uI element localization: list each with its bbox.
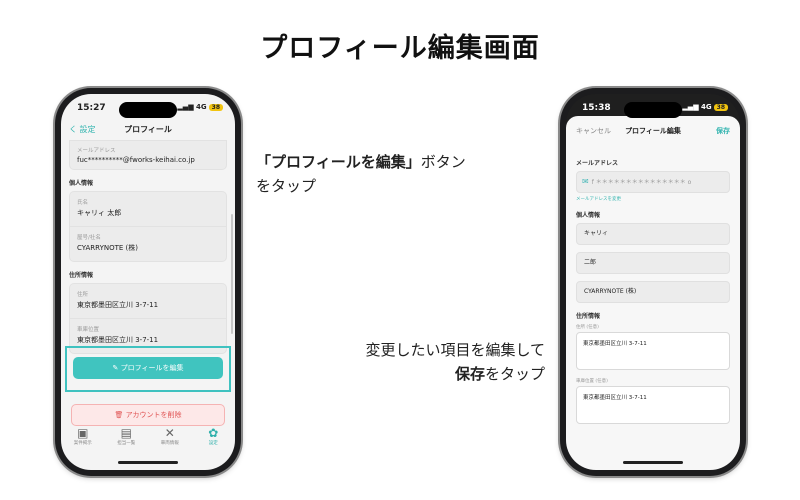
tools-icon: ✕ xyxy=(164,426,175,440)
profile-content: メールアドレス fuc**********@fworks-keihai.co.j… xyxy=(69,140,227,354)
tab-vehicles-label: 車両情報 xyxy=(160,441,179,446)
address-value: 東京都墨田区立川 3-7-11 xyxy=(77,301,159,309)
edit-nav-bar: キャンセル プロフィール編集 保存 xyxy=(566,126,740,142)
mail-icon: ✉ xyxy=(582,177,589,186)
network-type: 4G xyxy=(196,103,207,111)
gear-icon: ✿ xyxy=(208,426,219,440)
address-label: 住所 (任意) xyxy=(576,325,599,330)
location-value: 東京都墨田区立川 3-7-11 xyxy=(77,336,159,344)
status-time: 15:27 xyxy=(77,103,106,113)
address-card: 住所 東京都墨田区立川 3-7-11 車庫位置 東京都墨田区立川 3-7-11 xyxy=(69,283,227,354)
home-indicator xyxy=(118,461,178,464)
chat-icon: ▣ xyxy=(77,426,89,440)
name-label: 氏名 xyxy=(77,200,89,206)
dynamic-island xyxy=(624,102,682,118)
tab-bar: ▣ 案件掲示 ▤ 担当一覧 ✕ 車両情報 ✿ 設定 xyxy=(61,426,235,460)
address-label: 住所 xyxy=(77,292,89,298)
tab-settings-label: 設定 xyxy=(208,441,218,446)
edit-sheet: キャンセル プロフィール編集 保存 メールアドレス ✉ f ＊＊＊＊＊＊＊＊＊＊＊… xyxy=(566,116,740,470)
step2-tail: をタップ xyxy=(484,365,545,383)
nav-bar: く 設定 プロフィール xyxy=(61,120,235,138)
battery-icon: 38 xyxy=(713,104,728,111)
edit-profile-label: プロフィールを編集 xyxy=(120,364,184,372)
edit-profile-button[interactable]: ✎ プロフィールを編集 xyxy=(73,357,223,379)
signal-indicator: ▂▄▆ 4G 38 xyxy=(682,103,728,111)
tab-list-label: 担当一覧 xyxy=(117,441,136,446)
company-label: 屋号/社名 xyxy=(77,235,101,241)
email-masked: f ＊＊＊＊＊＊＊＊＊＊＊＊＊＊＊ o xyxy=(591,179,692,186)
page-title: プロフィール編集画面 xyxy=(260,33,540,64)
first-name-input[interactable]: キャリィ xyxy=(576,223,730,245)
tab-settings[interactable]: ✿ 設定 xyxy=(193,426,233,460)
personal-card: 氏名 キャリィ 太郎 屋号/社名 CYARRYNOTE (株) xyxy=(69,191,227,262)
location-label: 車庫位置 xyxy=(77,327,100,333)
status-time: 15:38 xyxy=(582,103,611,113)
edit-nav-title: プロフィール編集 xyxy=(625,127,681,135)
nav-title: プロフィール xyxy=(124,125,172,134)
edit-content: メールアドレス ✉ f ＊＊＊＊＊＊＊＊＊＊＊＊＊＊＊ o メールアドレスを変更 … xyxy=(576,150,730,432)
trash-icon: 🗑 xyxy=(114,411,126,419)
tab-vehicles[interactable]: ✕ 車両情報 xyxy=(150,426,190,460)
home-indicator xyxy=(623,461,683,464)
name-value: キャリィ 太郎 xyxy=(77,209,122,217)
location-textarea[interactable]: 東京都墨田区立川 3-7-11 xyxy=(576,386,730,424)
edit-button-highlight: ✎ プロフィールを編集 xyxy=(65,346,231,392)
delete-account-button[interactable]: 🗑 アカウントを削除 xyxy=(71,404,225,426)
last-name-input[interactable]: 二郎 xyxy=(576,252,730,274)
company-input[interactable]: CYARRYNOTE (株) xyxy=(576,281,730,303)
tab-list[interactable]: ▤ 担当一覧 xyxy=(106,426,146,460)
battery-icon: 38 xyxy=(208,104,223,111)
tab-posts-label: 案件掲示 xyxy=(73,441,92,446)
phone-frame-profile: 15:27 ▂▄▆ 4G 38 く 設定 プロフィール メールアドレス fuc**… xyxy=(55,88,241,476)
step2-bold: 保存 xyxy=(454,365,485,383)
dynamic-island xyxy=(119,102,177,118)
personal-heading: 個人情報 xyxy=(69,180,94,187)
step1-tail: ボタン xyxy=(420,153,466,171)
email-card: メールアドレス fuc**********@fworks-keihai.co.j… xyxy=(69,140,227,170)
email-heading: メールアドレス xyxy=(576,160,619,167)
signal-indicator: ▂▄▆ 4G 38 xyxy=(177,103,223,111)
address-heading: 住所情報 xyxy=(576,313,601,320)
scrollbar[interactable] xyxy=(231,214,233,334)
step1-bold: 「プロフィールを編集」 xyxy=(256,153,421,171)
personal-heading: 個人情報 xyxy=(576,212,601,219)
company-value: CYARRYNOTE (株) xyxy=(77,244,138,252)
step1-line2: をタップ xyxy=(256,177,317,195)
screen-profile: 15:27 ▂▄▆ 4G 38 く 設定 プロフィール メールアドレス fuc**… xyxy=(61,94,235,470)
step2-line1: 変更したい項目を編集して xyxy=(365,341,545,359)
delete-account-label: アカウントを削除 xyxy=(125,411,182,419)
address-heading: 住所情報 xyxy=(69,272,94,279)
instruction-step1: 「プロフィールを編集」ボタン をタップ xyxy=(256,150,466,198)
change-email-link[interactable]: メールアドレスを変更 xyxy=(576,196,730,202)
email-label: メールアドレス xyxy=(77,148,116,154)
tab-posts[interactable]: ▣ 案件掲示 xyxy=(63,426,103,460)
address-row: 住所 東京都墨田区立川 3-7-11 xyxy=(70,284,226,319)
save-button[interactable]: 保存 xyxy=(716,126,730,136)
location-label: 車庫位置 (任意) xyxy=(576,379,608,384)
network-type: 4G xyxy=(701,103,712,111)
list-icon: ▤ xyxy=(120,426,132,440)
email-field: ✉ f ＊＊＊＊＊＊＊＊＊＊＊＊＊＊＊ o xyxy=(576,171,730,193)
name-row: 氏名 キャリィ 太郎 xyxy=(70,192,226,227)
email-value: fuc**********@fworks-keihai.co.jp xyxy=(77,156,195,164)
screen-edit: 15:38 ▂▄▆ 4G 38 キャンセル プロフィール編集 保存 メールアドレス… xyxy=(566,94,740,470)
phone-frame-edit: 15:38 ▂▄▆ 4G 38 キャンセル プロフィール編集 保存 メールアドレス… xyxy=(560,88,746,476)
address-textarea[interactable]: 東京都墨田区立川 3-7-11 xyxy=(576,332,730,370)
instruction-step2: 変更したい項目を編集して 保存をタップ xyxy=(365,338,545,386)
company-row: 屋号/社名 CYARRYNOTE (株) xyxy=(70,227,226,261)
edit-icon: ✎ xyxy=(112,364,121,372)
